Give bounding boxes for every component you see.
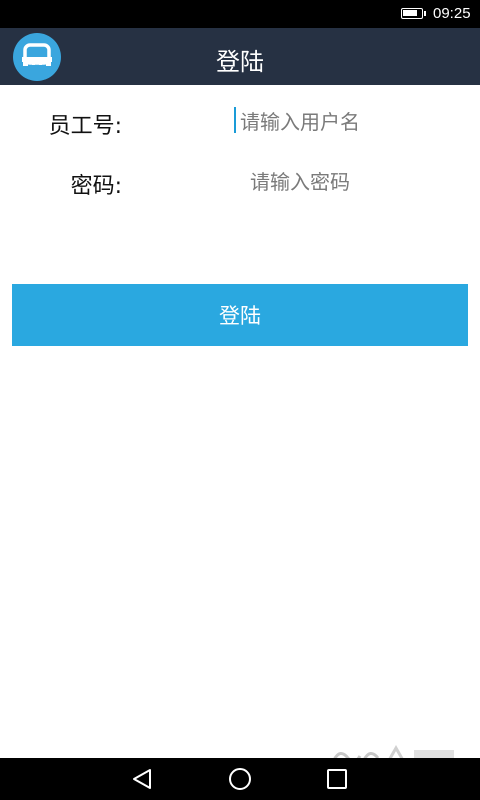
- status-time: 09:25: [433, 5, 471, 22]
- login-button[interactable]: 登陆: [12, 284, 468, 346]
- employee-id-label: 员工号:: [48, 114, 122, 139]
- battery-icon: [401, 8, 426, 19]
- back-triangle-icon[interactable]: [112, 758, 172, 800]
- employee-id-input[interactable]: [180, 104, 420, 140]
- employee-id-row: 员工号:: [0, 100, 480, 144]
- home-circle-icon[interactable]: [210, 758, 270, 800]
- app-bar: 登陆: [0, 28, 480, 85]
- recents-square-icon[interactable]: [307, 758, 367, 800]
- page-title: 登陆: [216, 48, 264, 76]
- battery-level: [403, 10, 417, 16]
- text-cursor: [234, 107, 236, 133]
- password-input[interactable]: [180, 164, 420, 200]
- status-bar: 09:25: [0, 0, 480, 28]
- password-row: 密码:: [0, 160, 480, 204]
- nav-bar: [0, 758, 480, 800]
- password-label: 密码:: [70, 174, 122, 199]
